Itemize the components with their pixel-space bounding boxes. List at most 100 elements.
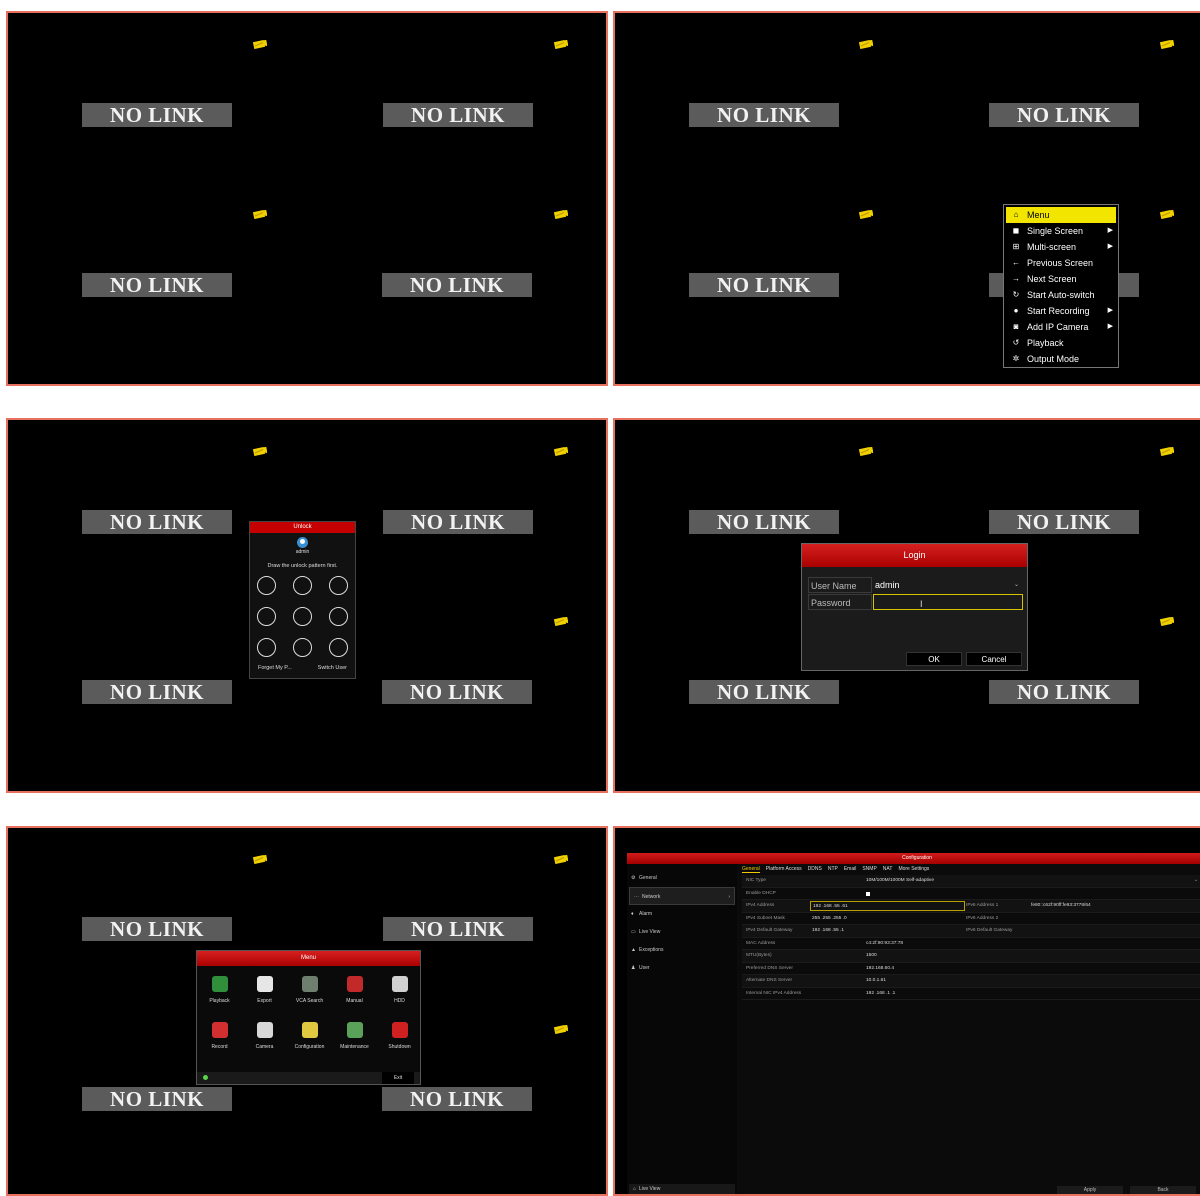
password-label: Password <box>808 594 872 610</box>
menu-item-hdd[interactable]: HDD <box>377 969 422 1015</box>
mtu-input[interactable]: 1500 <box>866 950 877 962</box>
pattern-dot[interactable] <box>293 607 312 626</box>
tab-general[interactable]: General <box>742 866 760 873</box>
chevron-right-icon: ▶ <box>1107 243 1113 250</box>
pattern-dot[interactable] <box>293 638 312 657</box>
menu-item-playback[interactable]: Playback <box>197 969 242 1015</box>
nic-type-label: NIC Type <box>746 878 766 883</box>
sidebar-item-user[interactable]: ♟ User <box>627 959 737 977</box>
tab-ddns[interactable]: DDNS <box>808 866 822 873</box>
live-view-grid-1: NO LINK NO LINK NO LINK NO LINK <box>6 11 608 386</box>
user-icon: ♟ <box>631 965 636 971</box>
sidebar-item-general[interactable]: ⚙ General <box>627 869 737 887</box>
internal-nic-input[interactable]: 192 .168 .1 .1 <box>866 988 895 1000</box>
camera-icon <box>1160 40 1174 49</box>
tab-email[interactable]: Email <box>844 866 857 873</box>
live-view-grid-context-menu[interactable]: NO LINK NO LINK NO LINK NO LINK ⌂Menu◼Si… <box>613 11 1200 386</box>
preferred-dns-input[interactable]: 192.168.60.4 <box>866 963 894 975</box>
menu-item-shutdown[interactable]: Shutdown <box>377 1015 422 1061</box>
no-link-label: NO LINK <box>82 917 232 941</box>
shutdown-icon <box>391 1022 408 1038</box>
ipv4-address-input[interactable]: 192 .168 .55 .61 <box>810 901 965 911</box>
context-menu-item[interactable]: ● Start Recording ▶ <box>1006 303 1116 319</box>
tab-snmp[interactable]: SNMP <box>862 866 876 873</box>
context-menu-item[interactable]: ↺ Playback <box>1006 335 1116 351</box>
exit-button[interactable]: Exit <box>382 1072 414 1084</box>
menu-item-label: Shutdown <box>388 1044 411 1050</box>
pattern-dot[interactable] <box>329 607 348 626</box>
context-menu-item[interactable]: → Next Screen <box>1006 271 1116 287</box>
menu-item-label: Configuration <box>294 1044 325 1050</box>
live-view-grid-menu: NO LINK NO LINK NO LINK NO LINK Menu Pla… <box>6 826 608 1196</box>
back-button[interactable]: Back <box>1130 1186 1196 1194</box>
context-menu-item[interactable]: ✲ Output Mode <box>1006 351 1116 367</box>
configuration-screen: Configuration ⚙ General ⋯ Network › ♦ Alarm ▭ Li… <box>613 826 1200 1196</box>
camera-icon <box>1160 210 1174 219</box>
no-link-label: NO LINK <box>82 103 232 127</box>
default-gateway-input[interactable]: 192 .168 .55 .1 <box>810 926 965 936</box>
context-menu-item[interactable]: ← Previous Screen <box>1006 255 1116 271</box>
pattern-dot[interactable] <box>257 607 276 626</box>
menu-item-configuration[interactable]: Configuration <box>287 1015 332 1061</box>
context-menu-item[interactable]: ⌂ Menu <box>1006 207 1116 223</box>
ipv6-address-1-value: fe80::c62f:90ff:fe93:3778/64 <box>1031 903 1091 908</box>
sidebar-item-exceptions[interactable]: ▲ Exceptions <box>627 941 737 959</box>
cancel-button[interactable]: Cancel <box>966 652 1022 666</box>
chevron-right-icon: › <box>728 894 730 900</box>
menu-item-export[interactable]: Export <box>242 969 287 1015</box>
pattern-dot[interactable] <box>257 638 276 657</box>
menu-item-record[interactable]: Record <box>197 1015 242 1061</box>
vca-search-icon <box>301 976 318 992</box>
context-menu-item[interactable]: ⊞ Multi-screen ▶ <box>1006 239 1116 255</box>
network-tabs: General Platform Access DDNS NTP Email SNMP NA… <box>742 866 929 873</box>
sidebar-item-alarm[interactable]: ♦ Alarm <box>627 905 737 923</box>
subnet-mask-label: IPv4 Subnet Mask <box>746 915 785 921</box>
context-menu-item[interactable]: ◙ Add IP Camera ▶ <box>1006 319 1116 335</box>
multi-screen-icon: ⊞ <box>1012 242 1020 251</box>
camera-add-icon: ◙ <box>1013 322 1019 331</box>
dhcp-checkbox[interactable] <box>866 891 870 896</box>
camera-icon <box>554 855 568 864</box>
menu-title: Menu <box>197 951 420 966</box>
menu-item-maintenance[interactable]: Maintenance <box>332 1015 377 1061</box>
sidebar-item-label: Exceptions <box>639 947 664 953</box>
export-icon <box>256 976 273 992</box>
alternate-dns-input[interactable]: 10.0.1.61 <box>866 975 886 987</box>
forgot-password-link[interactable]: Forget My P... <box>258 665 292 671</box>
context-menu-item[interactable]: ↻ Start Auto-switch <box>1006 287 1116 303</box>
pattern-dot[interactable] <box>329 638 348 657</box>
ok-button[interactable]: OK <box>906 652 962 666</box>
nic-type-select[interactable]: 10M/100M/1000M Self-adaptive <box>866 875 934 887</box>
camera-icon <box>859 447 873 456</box>
password-field[interactable] <box>873 594 1023 610</box>
unlock-pattern-grid[interactable] <box>250 576 355 657</box>
tab-ntp[interactable]: NTP <box>828 866 838 873</box>
login-title: Login <box>802 544 1027 567</box>
unlock-username: admin <box>295 549 310 555</box>
pattern-dot[interactable] <box>293 576 312 595</box>
pattern-dot[interactable] <box>257 576 276 595</box>
menu-item-manual[interactable]: Manual <box>332 969 377 1015</box>
chevron-down-icon: ⌄ <box>1193 878 1198 883</box>
sidebar-item-live-view[interactable]: ▭ Live View <box>627 923 737 941</box>
context-menu-item[interactable]: ◼ Single Screen ▶ <box>1006 223 1116 239</box>
menu-item-vca-search[interactable]: VCA Search <box>287 969 332 1015</box>
switch-user-link[interactable]: Switch User <box>318 665 347 671</box>
camera-icon <box>859 40 873 49</box>
alarm-icon: ♦ <box>631 911 634 917</box>
network-icon: ⋯ <box>634 894 639 900</box>
subnet-mask-input[interactable]: 255 .255 .255 .0 <box>810 914 965 924</box>
menu-item-camera[interactable]: Camera <box>242 1015 287 1061</box>
tab-platform-access[interactable]: Platform Access <box>766 866 802 873</box>
unlock-title: Unlock <box>250 522 355 533</box>
username-select[interactable]: admin ⌄ <box>873 577 1023 593</box>
tab-nat[interactable]: NAT <box>883 866 893 873</box>
dhcp-label: Enable DHCP <box>746 890 776 896</box>
login-dialog: Login User Name admin ⌄ Password I OK Can… <box>801 543 1028 671</box>
pattern-dot[interactable] <box>329 576 348 595</box>
tab-more-settings[interactable]: More Settings <box>898 866 929 873</box>
camera-icon <box>554 617 568 626</box>
sidebar-item-network[interactable]: ⋯ Network › <box>629 887 735 905</box>
context-menu-label: Start Auto-switch <box>1027 290 1095 300</box>
apply-button[interactable]: Apply <box>1057 1186 1123 1194</box>
